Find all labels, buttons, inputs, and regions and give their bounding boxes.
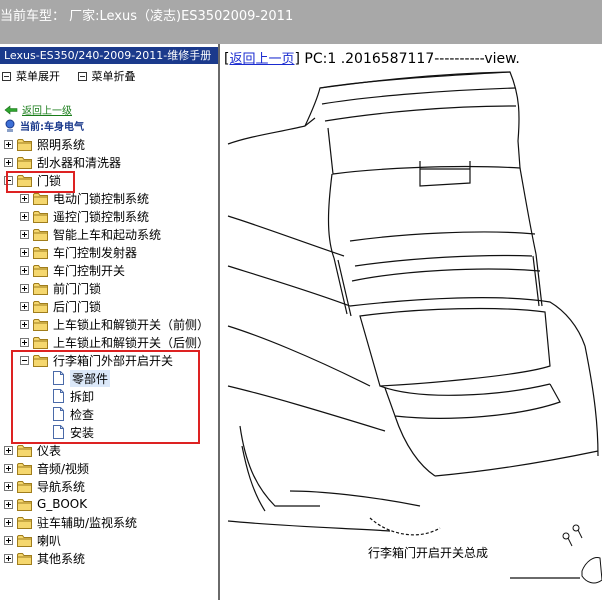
tree-folder-item[interactable]: G_BOOK (4, 495, 87, 513)
expand-node-icon[interactable] (4, 445, 13, 455)
tree-item-label[interactable]: 照明系统 (37, 136, 85, 153)
expand-node-icon[interactable] (4, 481, 13, 491)
tree-folder-item[interactable]: 前门门锁 (20, 279, 101, 297)
menu-expand-icon (2, 71, 11, 81)
back-arrow-icon (4, 104, 18, 115)
back-up-link[interactable]: 返回上一级 (4, 102, 72, 117)
expand-node-icon[interactable] (20, 247, 29, 257)
tree-item-label[interactable]: 前门门锁 (53, 280, 101, 297)
back-up-label[interactable]: 返回上一级 (22, 102, 72, 117)
tree-item-label[interactable]: 驻车辅助/监视系统 (37, 514, 137, 531)
tree-item-label[interactable]: 后门门锁 (53, 298, 101, 315)
tree-item-label[interactable]: 智能上车和起动系统 (53, 226, 161, 243)
expand-menu-button[interactable]: 菜单展开 (2, 68, 60, 84)
expand-node-icon[interactable] (20, 283, 29, 293)
tree-item-label[interactable]: 上车锁止和解锁开关（后侧） (53, 334, 209, 351)
current-location: 当前:车身电气 (4, 118, 84, 133)
tree-folder-item[interactable]: 刮水器和清洗器 (4, 153, 121, 171)
folder-icon (33, 318, 49, 331)
folder-icon (17, 156, 33, 169)
tree-folder-item[interactable]: 其他系统 (4, 549, 85, 567)
expand-node-icon[interactable] (4, 499, 13, 509)
folder-icon (17, 480, 33, 493)
tree-item-label[interactable]: 音频/视频 (37, 460, 89, 477)
tree-folder-item[interactable]: 音频/视频 (4, 459, 89, 477)
current-location-label: 当前:车身电气 (20, 122, 84, 133)
expand-node-icon[interactable] (4, 157, 13, 167)
folder-icon (33, 282, 49, 295)
expand-node-icon[interactable] (20, 229, 29, 239)
folder-icon (33, 300, 49, 313)
highlight-box-door-lock (6, 171, 75, 193)
expand-node-icon[interactable] (4, 139, 13, 149)
tree-item-label[interactable]: G_BOOK (37, 497, 87, 511)
folder-icon (17, 534, 33, 547)
tree-folder-item[interactable]: 导航系统 (4, 477, 85, 495)
location-pin-icon (5, 119, 15, 132)
folder-icon (17, 462, 33, 475)
folder-icon (17, 498, 33, 511)
menu-collapse-icon (77, 71, 87, 81)
expand-node-icon[interactable] (20, 337, 29, 347)
tree-item-label[interactable]: 车门控制开关 (53, 262, 125, 279)
tree-folder-item[interactable]: 上车锁止和解锁开关（前侧） (20, 315, 209, 333)
folder-icon (33, 192, 49, 205)
folder-icon (33, 264, 49, 277)
navigation-pane: Lexus-ES350/240-2009-2011-维修手册 菜单展开 菜单折叠… (0, 44, 220, 600)
folder-icon (33, 336, 49, 349)
content-pane: [返回上一页] PC:1 .2016587117----------view. (220, 44, 602, 600)
title-bar: 当前车型： 厂家:Lexus（凌志)ES3502009-2011 (0, 0, 602, 44)
trunk-illustration (227, 71, 602, 584)
folder-icon (33, 210, 49, 223)
expand-node-icon[interactable] (20, 319, 29, 329)
expand-node-icon[interactable] (4, 517, 13, 527)
illustration-caption: 行李箱门开启开关总成 (368, 546, 489, 560)
expand-node-icon[interactable] (20, 211, 29, 221)
expand-node-icon[interactable] (4, 463, 13, 473)
tree-item-label[interactable]: 仪表 (37, 442, 61, 459)
folder-icon (33, 246, 49, 259)
highlight-box-trunk-switch (11, 350, 200, 444)
expand-menu-label: 菜单展开 (16, 70, 60, 83)
folder-icon (17, 516, 33, 529)
collapse-menu-label: 菜单折叠 (91, 70, 136, 83)
tree-folder-item[interactable]: 车门控制开关 (20, 261, 125, 279)
tree-folder-item[interactable]: 上车锁止和解锁开关（后侧） (20, 333, 209, 351)
bracket-close: ] (294, 51, 300, 67)
tree-item-label[interactable]: 喇叭 (37, 532, 61, 549)
manual-header: Lexus-ES350/240-2009-2011-维修手册 (0, 47, 218, 64)
tree-item-label[interactable]: 车门控制发射器 (53, 244, 137, 261)
tree-folder-item[interactable]: 智能上车和起动系统 (20, 225, 161, 243)
folder-icon (17, 444, 33, 457)
expand-node-icon[interactable] (4, 535, 13, 545)
tree-folder-item[interactable]: 驻车辅助/监视系统 (4, 513, 137, 531)
expand-node-icon[interactable] (20, 193, 29, 203)
window-title: 当前车型： 厂家:Lexus（凌志)ES3502009-2011 (0, 9, 294, 24)
expand-node-icon[interactable] (20, 301, 29, 311)
tree-item-label[interactable]: 导航系统 (37, 478, 85, 495)
tree-folder-item[interactable]: 喇叭 (4, 531, 61, 549)
tree-item-label[interactable]: 遥控门锁控制系统 (53, 208, 149, 225)
tree-folder-item[interactable]: 遥控门锁控制系统 (20, 207, 149, 225)
tree-item-label[interactable]: 其他系统 (37, 550, 85, 567)
content-header: [返回上一页] PC:1 .2016587117----------view. (224, 48, 520, 67)
folder-icon (17, 552, 33, 565)
back-page-link[interactable]: 返回上一页 (229, 52, 294, 67)
tree-folder-item[interactable]: 车门控制发射器 (20, 243, 137, 261)
expand-node-icon[interactable] (20, 265, 29, 275)
tree-folder-item[interactable]: 照明系统 (4, 135, 85, 153)
tree-folder-item[interactable]: 后门门锁 (20, 297, 101, 315)
tree-item-label[interactable]: 刮水器和清洗器 (37, 154, 121, 171)
expand-node-icon[interactable] (4, 553, 13, 563)
menu-actions: 菜单展开 菜单折叠 (2, 68, 150, 84)
tree-item-label[interactable]: 上车锁止和解锁开关（前侧） (53, 316, 209, 333)
folder-icon (33, 228, 49, 241)
collapse-menu-button[interactable]: 菜单折叠 (77, 68, 136, 84)
folder-icon (17, 138, 33, 151)
page-code: PC:1 .2016587117----------view. (304, 51, 520, 67)
